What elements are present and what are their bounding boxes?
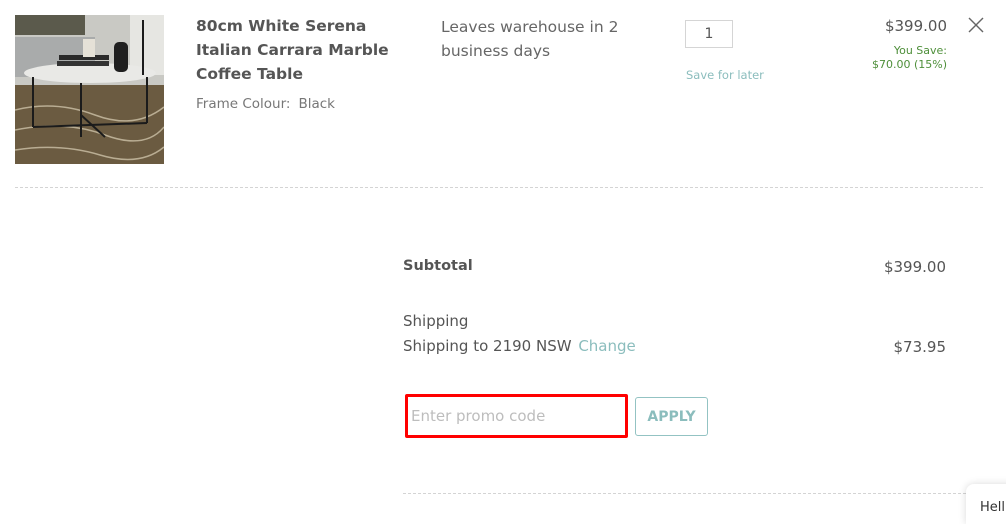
option-label: Frame Colour:: [196, 96, 291, 112]
shipping-label: Shipping: [403, 312, 469, 330]
chat-widget[interactable]: Hell: [966, 484, 1006, 524]
option-value: Black: [298, 96, 335, 112]
shipping-destination-text: Shipping to 2190 NSW: [403, 337, 572, 355]
subtotal-value: $399.00: [883, 258, 946, 276]
subtotal-label: Subtotal: [403, 258, 473, 274]
shipping-value: $73.95: [893, 338, 947, 356]
change-shipping-link[interactable]: Change: [578, 337, 635, 355]
item-price: $399.00: [884, 17, 947, 35]
apply-promo-button[interactable]: APPLY: [635, 397, 708, 436]
remove-item-button[interactable]: [967, 16, 985, 34]
shipping-destination: Shipping to 2190 NSW Change: [403, 337, 636, 355]
coffee-table-photo: [15, 15, 164, 164]
quantity-input[interactable]: [685, 20, 733, 48]
divider: [403, 493, 1006, 494]
you-save-label: You Save:: [893, 44, 947, 57]
promo-code-input[interactable]: [405, 394, 628, 438]
you-save-value: $70.00 (15%): [871, 58, 947, 71]
product-title[interactable]: 80cm White Serena Italian Carrara Marble…: [196, 14, 406, 86]
availability-text: Leaves warehouse in 2 business days: [441, 18, 619, 60]
close-icon: [968, 17, 984, 33]
divider: [15, 187, 983, 188]
save-for-later-link[interactable]: Save for later: [686, 68, 764, 82]
product-option: Frame Colour: Black: [196, 96, 335, 112]
savings-info: You Save: $70.00 (15%): [872, 44, 947, 72]
product-image[interactable]: [15, 15, 164, 164]
chat-widget-text: Hell: [980, 500, 1005, 515]
